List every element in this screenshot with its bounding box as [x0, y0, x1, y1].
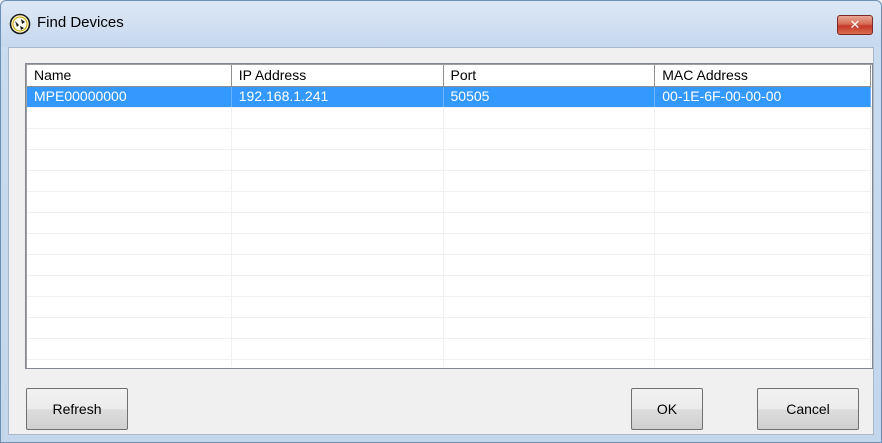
- empty-cell: [232, 129, 444, 149]
- empty-cell: [27, 318, 232, 338]
- table-row-empty[interactable]: [27, 360, 871, 367]
- empty-cell: [444, 213, 656, 233]
- devices-list[interactable]: Name IP Address Port MAC Address MPE0000…: [25, 63, 873, 369]
- empty-cell: [444, 150, 656, 170]
- empty-cell: [27, 297, 232, 317]
- find-devices-window: Find Devices ✕ Name IP Address Port MAC …: [0, 0, 882, 443]
- empty-cell: [27, 276, 232, 296]
- column-header-mac-address[interactable]: MAC Address: [655, 65, 871, 87]
- table-row-empty[interactable]: [27, 192, 871, 213]
- empty-cell: [232, 171, 444, 191]
- empty-cell: [27, 339, 232, 359]
- table-row-empty[interactable]: [27, 255, 871, 276]
- close-button[interactable]: ✕: [837, 15, 873, 35]
- title-bar[interactable]: Find Devices ✕: [1, 1, 881, 47]
- empty-cell: [655, 129, 871, 149]
- empty-cell: [232, 255, 444, 275]
- empty-cell: [232, 234, 444, 254]
- table-row-empty[interactable]: [27, 234, 871, 255]
- device-port-cell: 50505: [444, 87, 656, 107]
- refresh-button[interactable]: Refresh: [26, 388, 128, 430]
- empty-cell: [655, 276, 871, 296]
- empty-cell: [444, 339, 656, 359]
- empty-cell: [232, 276, 444, 296]
- empty-cell: [27, 255, 232, 275]
- empty-cell: [444, 360, 656, 367]
- column-header-name[interactable]: Name: [27, 65, 232, 87]
- empty-cell: [232, 213, 444, 233]
- empty-cell: [27, 129, 232, 149]
- ok-button[interactable]: OK: [631, 388, 703, 430]
- empty-cell: [655, 108, 871, 128]
- empty-cell: [655, 318, 871, 338]
- table-row-empty[interactable]: [27, 171, 871, 192]
- empty-cell: [444, 192, 656, 212]
- empty-cell: [444, 234, 656, 254]
- window-title: Find Devices: [37, 14, 124, 31]
- empty-cell: [27, 213, 232, 233]
- empty-cell: [27, 360, 232, 367]
- empty-cell: [444, 171, 656, 191]
- table-row-empty[interactable]: [27, 129, 871, 150]
- column-header-ip-address[interactable]: IP Address: [231, 65, 444, 87]
- empty-cell: [655, 150, 871, 170]
- empty-cell: [655, 234, 871, 254]
- empty-cell: [232, 360, 444, 367]
- device-mac-cell: 00-1E-6F-00-00-00: [655, 87, 871, 107]
- empty-cell: [232, 339, 444, 359]
- table-row-empty[interactable]: [27, 150, 871, 171]
- empty-cell: [444, 276, 656, 296]
- empty-cell: [655, 360, 871, 367]
- empty-cell: [655, 339, 871, 359]
- list-body: MPE00000000 192.168.1.241 50505 00-1E-6F…: [27, 87, 871, 367]
- empty-cell: [232, 192, 444, 212]
- device-ip-cell: 192.168.1.241: [232, 87, 444, 107]
- empty-cell: [444, 108, 656, 128]
- empty-cell: [444, 297, 656, 317]
- empty-cell: [444, 129, 656, 149]
- empty-cell: [232, 150, 444, 170]
- close-icon: ✕: [849, 17, 861, 33]
- empty-cell: [444, 318, 656, 338]
- table-row-empty[interactable]: [27, 339, 871, 360]
- table-row-empty[interactable]: [27, 318, 871, 339]
- table-row-empty[interactable]: [27, 213, 871, 234]
- table-row-empty[interactable]: [27, 108, 871, 129]
- empty-cell: [27, 234, 232, 254]
- device-search-icon: [9, 13, 31, 35]
- device-name-cell: MPE00000000: [27, 87, 232, 107]
- table-row[interactable]: MPE00000000 192.168.1.241 50505 00-1E-6F…: [27, 87, 871, 108]
- empty-cell: [655, 297, 871, 317]
- empty-cell: [655, 192, 871, 212]
- list-header: Name IP Address Port MAC Address: [27, 65, 871, 87]
- empty-cell: [655, 255, 871, 275]
- empty-cell: [655, 213, 871, 233]
- empty-cell: [232, 318, 444, 338]
- empty-cell: [27, 171, 232, 191]
- table-row-empty[interactable]: [27, 297, 871, 318]
- empty-cell: [27, 192, 232, 212]
- cancel-button[interactable]: Cancel: [757, 388, 859, 430]
- empty-cell: [27, 150, 232, 170]
- table-row-empty[interactable]: [27, 276, 871, 297]
- empty-cell: [655, 171, 871, 191]
- empty-cell: [232, 297, 444, 317]
- empty-cell: [232, 108, 444, 128]
- empty-cell: [444, 255, 656, 275]
- column-header-port[interactable]: Port: [443, 65, 656, 87]
- dialog-client-area: Name IP Address Port MAC Address MPE0000…: [8, 47, 874, 435]
- empty-cell: [27, 108, 232, 128]
